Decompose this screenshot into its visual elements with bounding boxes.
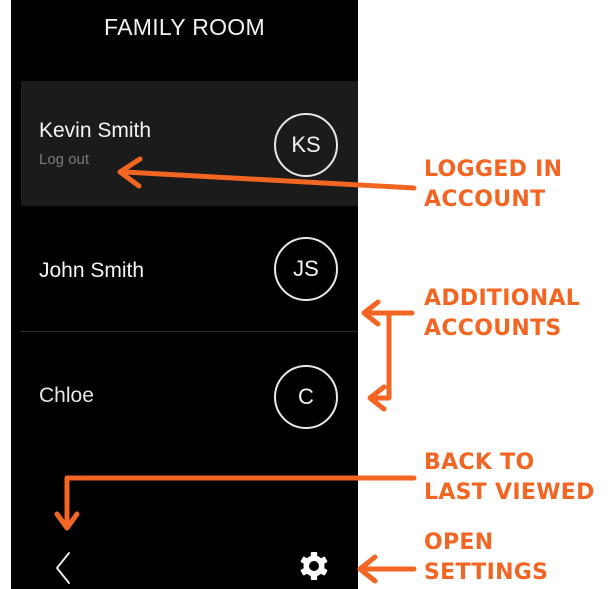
- log-out-link[interactable]: Log out: [39, 151, 89, 168]
- callout-open-settings: OPEN SETTINGS: [424, 528, 548, 588]
- avatar: KS: [274, 113, 338, 177]
- callout-line: ACCOUNTS: [424, 316, 562, 341]
- room-title: FAMILY ROOM: [104, 14, 265, 40]
- callout-line: OPEN: [424, 530, 494, 555]
- account-row-john-smith[interactable]: John Smith JS: [21, 206, 358, 331]
- account-row-kevin-smith[interactable]: Kevin Smith Log out KS: [21, 81, 358, 206]
- callout-line: ADDITIONAL: [424, 286, 581, 311]
- callout-line: BACK TO: [424, 450, 535, 475]
- callout-logged-in-account: LOGGED IN ACCOUNT: [424, 155, 562, 215]
- account-name: Kevin Smith: [39, 119, 152, 142]
- gear-icon: [300, 552, 328, 580]
- back-button[interactable]: [51, 550, 75, 586]
- callout-line: LOGGED IN: [424, 157, 563, 182]
- callout-back-to-last-viewed: BACK TO LAST VIEWED: [424, 448, 595, 508]
- callout-additional-accounts: ADDITIONAL ACCOUNTS: [424, 284, 580, 344]
- callout-line: SETTINGS: [424, 560, 549, 585]
- account-name: Chloe: [39, 384, 94, 407]
- avatar: C: [274, 365, 338, 429]
- avatar: JS: [274, 237, 338, 301]
- callout-line: LAST VIEWED: [424, 480, 595, 505]
- account-row-chloe[interactable]: Chloe C: [21, 331, 358, 462]
- chevron-left-icon: [56, 552, 70, 584]
- callout-line: ACCOUNT: [424, 187, 546, 212]
- account-name: John Smith: [39, 259, 145, 282]
- account-switcher-panel: FAMILY ROOM Kevin Smith Log out KS John …: [11, 0, 358, 589]
- settings-button[interactable]: [299, 551, 329, 581]
